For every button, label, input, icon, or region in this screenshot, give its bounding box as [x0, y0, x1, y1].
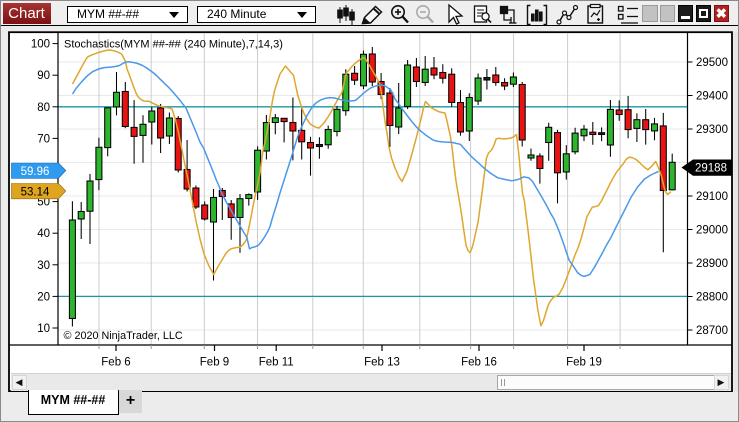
svg-text:28700: 28700 — [696, 325, 728, 337]
svg-text:28900: 28900 — [696, 258, 728, 270]
svg-text:20: 20 — [37, 291, 50, 303]
svg-text:Feb 19: Feb 19 — [566, 357, 602, 369]
svg-text:29300: 29300 — [696, 124, 728, 136]
svg-text:10: 10 — [37, 323, 50, 335]
svg-text:90: 90 — [37, 70, 50, 82]
svg-text:Feb 6: Feb 6 — [101, 357, 130, 369]
svg-text:Feb 13: Feb 13 — [364, 357, 400, 369]
svg-text:29188: 29188 — [695, 163, 727, 175]
svg-text:Feb 11: Feb 11 — [259, 357, 294, 369]
svg-text:Feb 16: Feb 16 — [461, 357, 497, 369]
svg-text:© 2020 NinjaTrader, LLC: © 2020 NinjaTrader, LLC — [64, 330, 183, 342]
svg-text:40: 40 — [37, 228, 50, 240]
svg-text:59.96: 59.96 — [21, 166, 50, 178]
svg-text:29400: 29400 — [696, 91, 728, 103]
svg-text:100: 100 — [31, 39, 50, 51]
svg-text:28800: 28800 — [696, 292, 728, 304]
svg-text:Stochastics(MYM ##-## (240 Min: Stochastics(MYM ##-## (240 Minute),7,14,… — [64, 39, 283, 51]
svg-text:Feb 9: Feb 9 — [200, 357, 229, 369]
svg-text:70: 70 — [37, 133, 50, 145]
svg-text:30: 30 — [37, 260, 50, 272]
svg-text:29000: 29000 — [696, 225, 728, 237]
svg-text:29500: 29500 — [696, 57, 728, 69]
svg-text:53.14: 53.14 — [21, 187, 50, 199]
svg-text:29100: 29100 — [696, 191, 728, 203]
svg-text:80: 80 — [37, 102, 50, 114]
